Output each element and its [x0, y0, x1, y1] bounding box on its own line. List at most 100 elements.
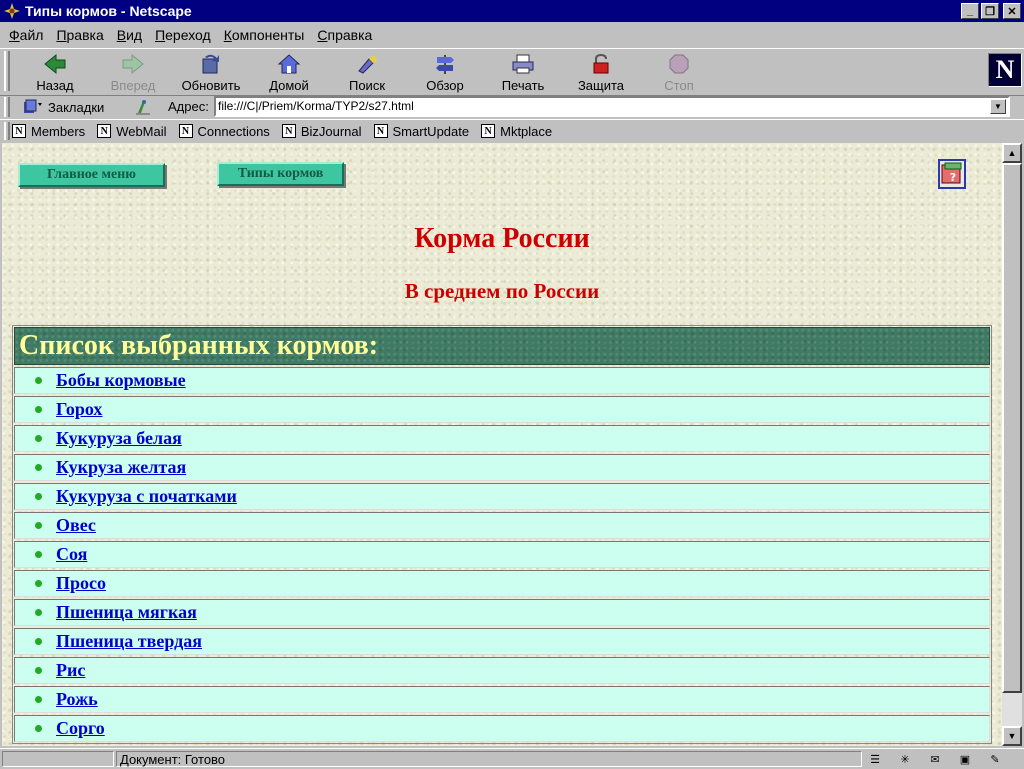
menu-edit[interactable]: Правка — [56, 27, 103, 43]
stop-button[interactable]: Стоп — [642, 51, 716, 93]
feed-link[interactable]: Рис — [56, 660, 85, 681]
printer-icon — [512, 54, 534, 74]
feed-list-row: Горох — [14, 396, 990, 423]
bookmark-members[interactable]: N Members — [12, 124, 85, 139]
reload-label: Обновить — [181, 78, 241, 93]
bookmark-mktplace[interactable]: N Mktplace — [481, 124, 552, 139]
bookmark-label: Mktplace — [500, 123, 553, 139]
close-button[interactable]: ✕ — [1003, 3, 1021, 19]
bullet-icon — [35, 493, 42, 500]
discussions-icon[interactable]: ▣ — [956, 751, 974, 767]
maximize-button[interactable]: ❐ — [981, 3, 999, 19]
feed-link[interactable]: Кукруза желтая — [56, 457, 186, 478]
location-grip[interactable] — [4, 97, 10, 117]
scroll-down-button[interactable]: ▼ — [1002, 726, 1022, 746]
scroll-thumb[interactable] — [1002, 163, 1022, 693]
bookmark-connections[interactable]: N Connections — [178, 123, 270, 139]
vertical-scrollbar[interactable]: ▲ ▼ — [1002, 143, 1022, 746]
feed-link[interactable]: Рожь — [56, 689, 98, 710]
menu-file[interactable]: Файл — [9, 27, 43, 43]
stop-label: Стоп — [664, 78, 694, 93]
bookmark-smartupdate[interactable]: N SmartUpdate — [373, 123, 470, 139]
arrow-down-icon: ▼ — [1007, 731, 1017, 741]
bookmark-label: SmartUpdate — [392, 123, 470, 139]
feed-list-row: Пшеница мягкая — [14, 599, 990, 626]
address-label: Адрес: — [168, 99, 209, 114]
address-dropdown-button[interactable]: ▼ — [990, 99, 1006, 114]
bookmark-label: WebMail — [116, 123, 167, 139]
netscape-app-icon[interactable] — [3, 2, 21, 20]
menu-view[interactable]: Вид — [117, 27, 142, 43]
reload-icon — [202, 54, 219, 74]
guide-button[interactable]: Обзор — [408, 51, 482, 93]
home-button[interactable]: Домой — [252, 51, 326, 93]
feed-link[interactable]: Бобы кормовые — [56, 370, 186, 391]
main-menu-label: Главное меню — [46, 167, 137, 182]
mail-icon[interactable]: ✉ — [926, 751, 944, 767]
menu-help[interactable]: Справка — [317, 27, 372, 43]
feed-list-table: Список выбранных кормов: Бобы кормовые Го… — [12, 325, 992, 744]
netscape-page-icon: N — [373, 124, 388, 138]
feed-list-row: Рожь — [14, 686, 990, 713]
page-content: Главное меню Типы кормов ? Корма России … — [2, 143, 1002, 746]
netscape-logo[interactable]: N — [988, 53, 1022, 87]
security-button[interactable]: Защита — [564, 51, 638, 93]
toolbar-grip[interactable] — [4, 51, 10, 91]
navigator-icon[interactable]: ✳ — [896, 751, 914, 767]
feed-link[interactable]: Кукуруза с початками — [56, 486, 237, 507]
minimize-icon: _ — [966, 5, 974, 17]
bookmark-bizjournal[interactable]: N BizJournal — [281, 124, 362, 139]
personal-toolbar: N Members N WebMail N Connections N BizJourn… — [0, 119, 1024, 142]
menu-go[interactable]: Переход — [155, 27, 211, 43]
feed-list-row: Овес — [14, 512, 990, 539]
status-bar-grip-icon[interactable]: ☰ — [866, 751, 884, 767]
forward-label: Вперед — [110, 78, 156, 93]
bookmark-label: Connections — [197, 123, 270, 139]
home-label: Домой — [269, 78, 309, 93]
security-label: Защита — [577, 78, 625, 93]
title-bar: Типы кормов - Netscape _ ❐ ✕ — [0, 0, 1024, 22]
bookmarks-label: Закладки — [48, 99, 105, 115]
bullet-icon — [35, 377, 42, 384]
feed-types-button[interactable]: Типы кормов — [217, 162, 344, 186]
page-subheading: В среднем по России — [404, 279, 600, 303]
composer-icon[interactable]: ✎ — [986, 751, 1004, 767]
feed-link[interactable]: Овес — [56, 515, 96, 536]
menu-bar: Файл Правка Вид Переход Компоненты Справ… — [0, 23, 1024, 46]
personal-grip[interactable] — [4, 122, 10, 140]
search-button[interactable]: Поиск — [330, 51, 404, 93]
reload-button[interactable]: Обновить — [174, 51, 248, 93]
bookmarks-button[interactable]: Закладки — [22, 97, 104, 117]
menu-components[interactable]: Компоненты — [224, 27, 305, 43]
feed-list-row: Сорго — [14, 715, 990, 742]
svg-text:?: ? — [950, 171, 956, 184]
status-component-icons: ☰ ✳ ✉ ▣ ✎ — [866, 751, 1016, 767]
status-text-box — [116, 751, 862, 767]
feed-link[interactable]: Кукуруза белая — [56, 428, 182, 449]
address-field[interactable]: file:///C|/Priem/Korma/TYP2/s27.html ▼ — [214, 96, 1010, 117]
status-bar: Документ: Готово ☰ ✳ ✉ ▣ ✎ — [0, 748, 1024, 769]
scroll-up-button[interactable]: ▲ — [1002, 143, 1022, 163]
main-menu-button[interactable]: Главное меню — [18, 163, 165, 187]
feed-types-label: Типы кормов — [237, 166, 324, 181]
netscape-page-icon: N — [281, 124, 296, 138]
feed-link[interactable]: Горох — [56, 399, 102, 420]
netscape-page-icon: N — [97, 124, 112, 138]
feed-link[interactable]: Соя — [56, 544, 87, 565]
minimize-button[interactable]: _ — [961, 3, 979, 19]
page-heading: Корма России — [414, 223, 590, 254]
stop-icon — [669, 54, 689, 74]
bookmark-webmail[interactable]: N WebMail — [97, 123, 167, 139]
help-icon[interactable]: ? — [938, 159, 966, 189]
back-arrow-icon — [44, 53, 66, 75]
feed-link[interactable]: Пшеница мягкая — [56, 602, 197, 623]
print-label: Печать — [501, 78, 545, 93]
restore-icon: ❐ — [985, 5, 995, 18]
back-button[interactable]: Назад — [18, 51, 92, 93]
print-button[interactable]: Печать — [486, 51, 560, 93]
feed-link[interactable]: Сорго — [56, 718, 105, 739]
feed-link[interactable]: Пшеница твердая — [56, 631, 202, 652]
page-proxy-icon[interactable] — [134, 98, 152, 116]
feed-link[interactable]: Просо — [56, 573, 106, 594]
forward-button[interactable]: Вперед — [96, 51, 170, 93]
